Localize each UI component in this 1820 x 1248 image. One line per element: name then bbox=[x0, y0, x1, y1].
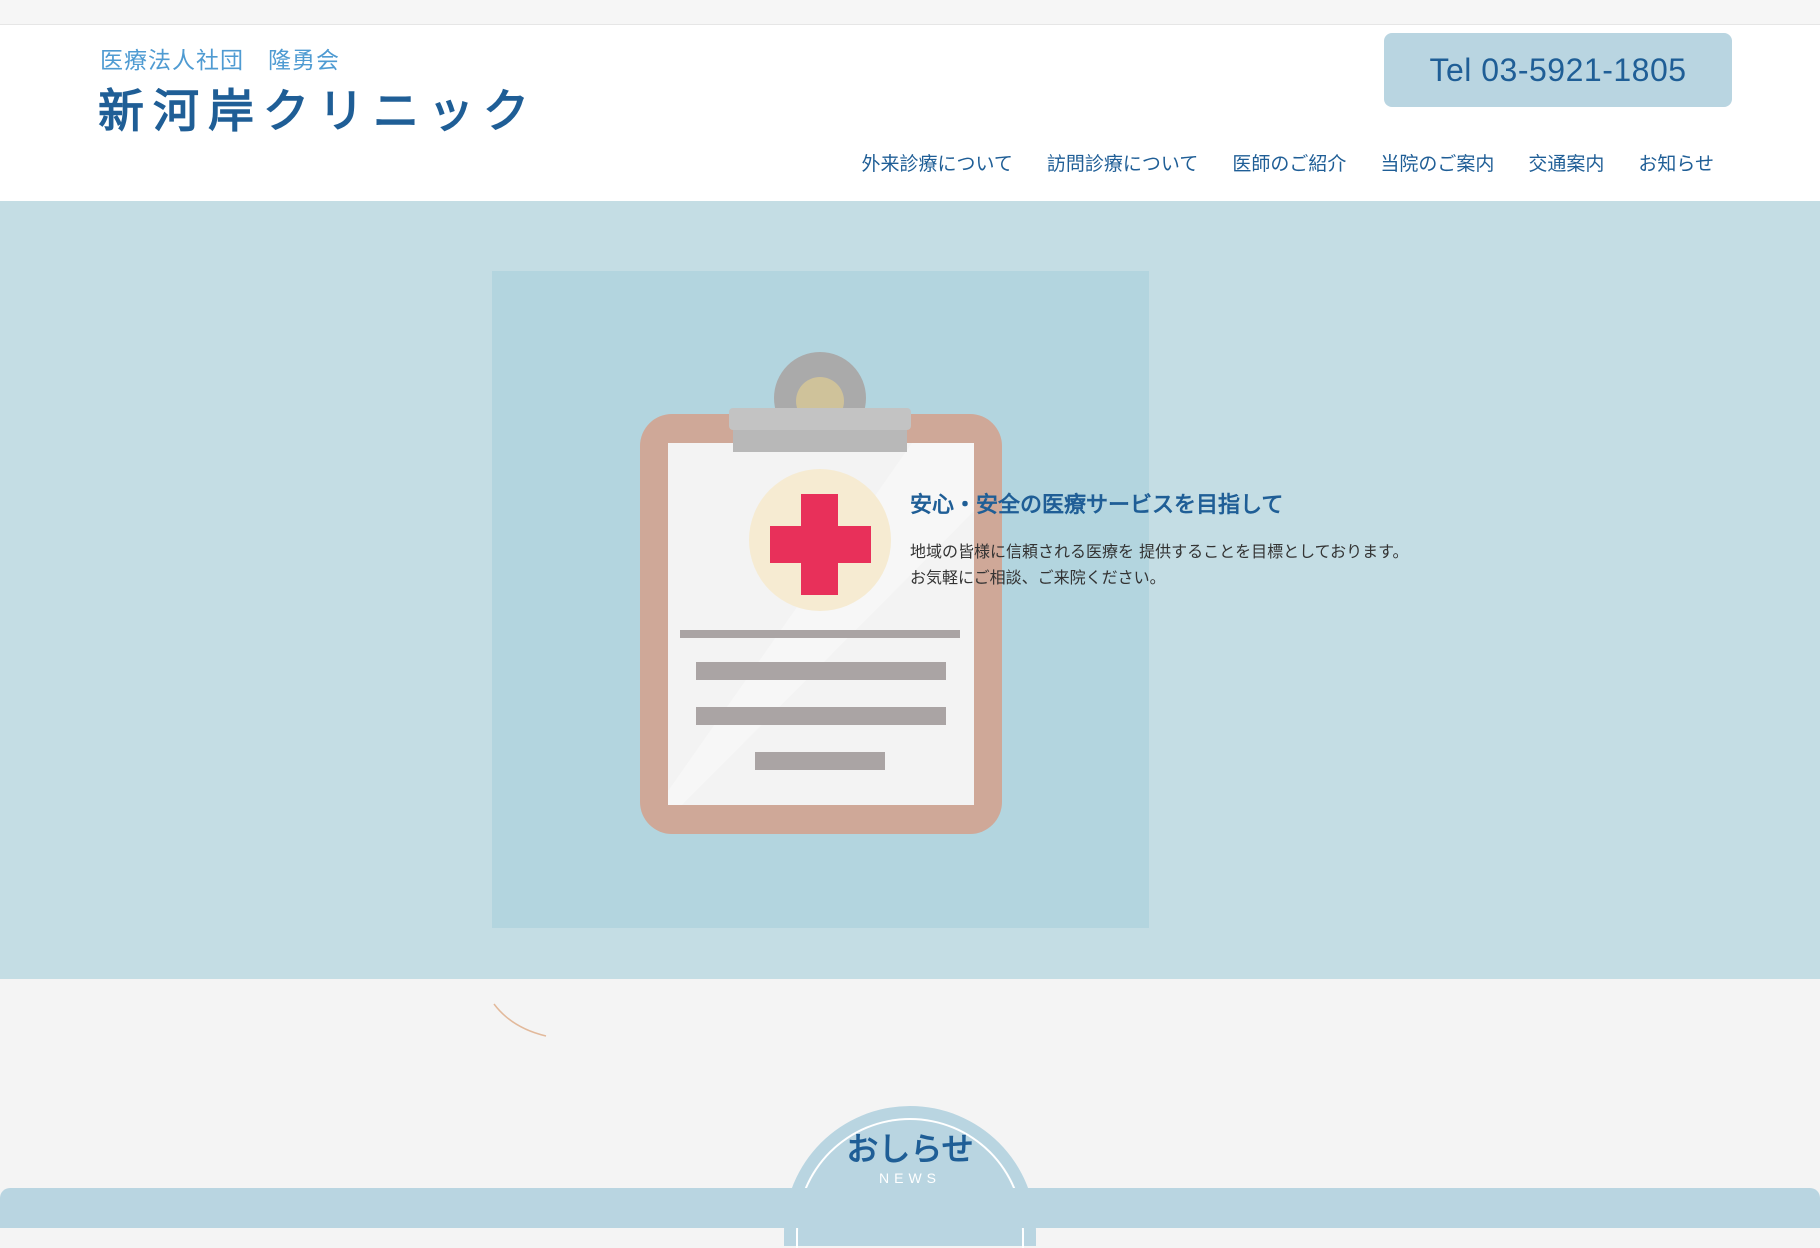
logo-subtitle: 医療法人社団 隆勇会 bbox=[100, 48, 340, 74]
nav-clinic-info[interactable]: 当院のご案内 bbox=[1380, 149, 1494, 176]
hero-description: 地域の皆様に信頼される医療を 提供することを目標としております。 お気軽にご相談… bbox=[910, 539, 1409, 591]
hero-line-2: お気軽にご相談、ご来院ください。 bbox=[910, 568, 1166, 587]
nav-home-visit[interactable]: 訪問診療について bbox=[1047, 149, 1198, 176]
tel-button[interactable]: Tel 03-5921-1805 bbox=[1384, 33, 1732, 107]
hero-title: 安心・安全の医療サービスを目指して bbox=[910, 493, 1284, 518]
clipboard-medical-icon bbox=[640, 352, 1002, 834]
hero-section: 安心・安全の医療サービスを目指して 地域の皆様に信頼される医療を 提供することを… bbox=[0, 201, 1820, 979]
hero-image bbox=[492, 271, 1149, 928]
nav-outpatient[interactable]: 外来診療について bbox=[861, 149, 1012, 176]
nav-doctors[interactable]: 医師のご紹介 bbox=[1232, 149, 1346, 176]
nav-access[interactable]: 交通案内 bbox=[1528, 149, 1604, 176]
hero-line-1: 地域の皆様に信頼される医療を 提供することを目標としております。 bbox=[910, 542, 1409, 561]
main-nav: 外来診療について 訪問診療について 医師のご紹介 当院のご案内 交通案内 お知ら… bbox=[861, 149, 1714, 176]
site-header: 医療法人社団 隆勇会 新河岸クリニック Tel 03-5921-1805 外来診… bbox=[0, 25, 1820, 201]
news-subheading: NEWS bbox=[879, 1170, 941, 1186]
top-strip bbox=[0, 0, 1820, 25]
logo-clinic-name[interactable]: 新河岸クリニック bbox=[98, 75, 538, 141]
decorative-curve bbox=[493, 1003, 547, 1037]
news-heading: おしらせ bbox=[846, 1130, 974, 1168]
news-section-bar bbox=[0, 1188, 1820, 1228]
nav-news[interactable]: お知らせ bbox=[1638, 149, 1714, 176]
